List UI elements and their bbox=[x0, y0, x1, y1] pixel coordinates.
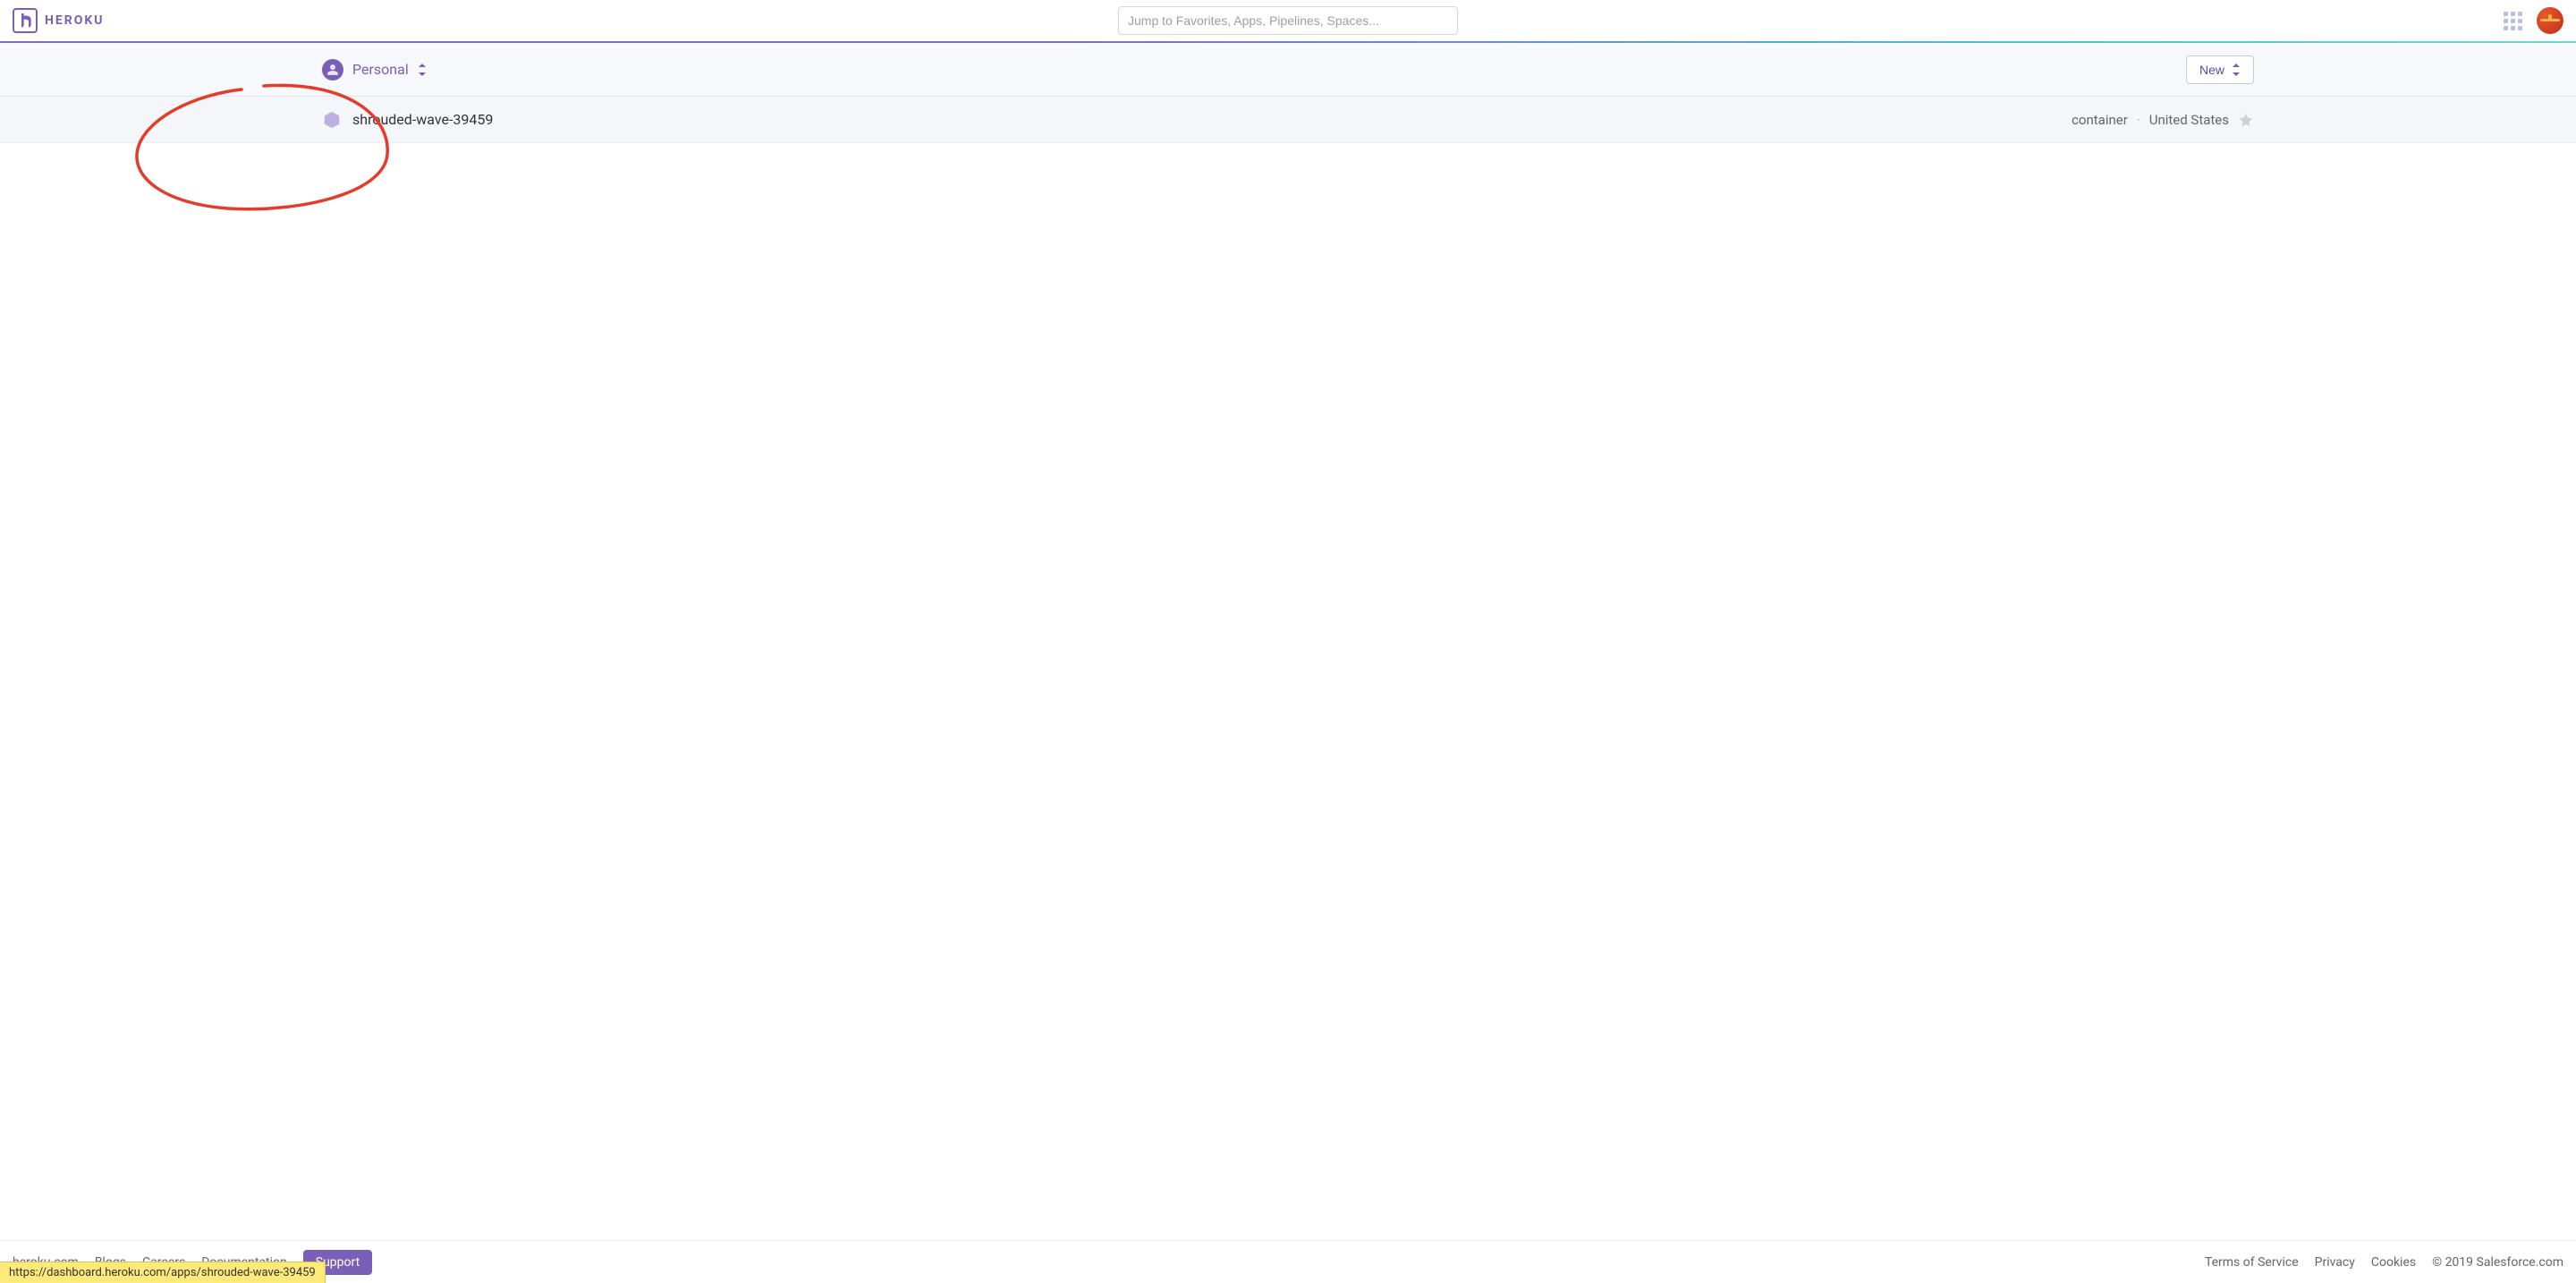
footer-link-cookies[interactable]: Cookies bbox=[2371, 1255, 2416, 1270]
app-row-left: shrouded-wave-39459 bbox=[322, 110, 493, 130]
search-container bbox=[1118, 6, 1458, 35]
chevron-updown-icon bbox=[418, 64, 427, 76]
app-stack: container bbox=[2072, 112, 2128, 128]
footer-link-terms[interactable]: Terms of Service bbox=[2205, 1255, 2299, 1270]
chevron-updown-icon bbox=[2232, 64, 2241, 76]
app-region: United States bbox=[2149, 112, 2229, 128]
search-input[interactable] bbox=[1118, 6, 1458, 35]
top-navbar: HEROKU bbox=[0, 0, 2576, 43]
heroku-logo-icon bbox=[13, 8, 38, 33]
team-selector[interactable]: Personal bbox=[322, 59, 427, 81]
app-row[interactable]: shrouded-wave-39459 container · United S… bbox=[0, 97, 2576, 143]
footer: heroku.com Blogs Careers Documentation S… bbox=[0, 1240, 2576, 1283]
user-avatar[interactable] bbox=[2537, 7, 2563, 34]
footer-copyright: © 2019 Salesforce.com bbox=[2432, 1255, 2563, 1270]
footer-link-privacy[interactable]: Privacy bbox=[2315, 1255, 2355, 1270]
new-button[interactable]: New bbox=[2186, 55, 2254, 84]
app-switcher-icon[interactable] bbox=[2504, 12, 2522, 30]
new-button-label: New bbox=[2199, 63, 2224, 77]
app-name: shrouded-wave-39459 bbox=[352, 111, 493, 128]
hexagon-icon bbox=[322, 110, 342, 130]
app-row-right: container · United States bbox=[2072, 112, 2254, 128]
app-list: shrouded-wave-39459 container · United S… bbox=[0, 97, 2576, 1240]
heroku-logo[interactable]: HEROKU bbox=[13, 8, 105, 33]
status-url: https://dashboard.heroku.com/apps/shroud… bbox=[9, 1266, 316, 1279]
top-navbar-right bbox=[2504, 7, 2563, 34]
sub-header: Personal New bbox=[0, 43, 2576, 97]
footer-right: Terms of Service Privacy Cookies © 2019 … bbox=[2205, 1255, 2563, 1270]
team-label: Personal bbox=[352, 61, 409, 78]
favorite-star-button[interactable] bbox=[2238, 112, 2254, 128]
person-icon bbox=[322, 59, 343, 81]
dot-separator: · bbox=[2137, 112, 2140, 128]
browser-status-bar: https://dashboard.heroku.com/apps/shroud… bbox=[0, 1262, 326, 1283]
brand-text: HEROKU bbox=[45, 13, 105, 28]
